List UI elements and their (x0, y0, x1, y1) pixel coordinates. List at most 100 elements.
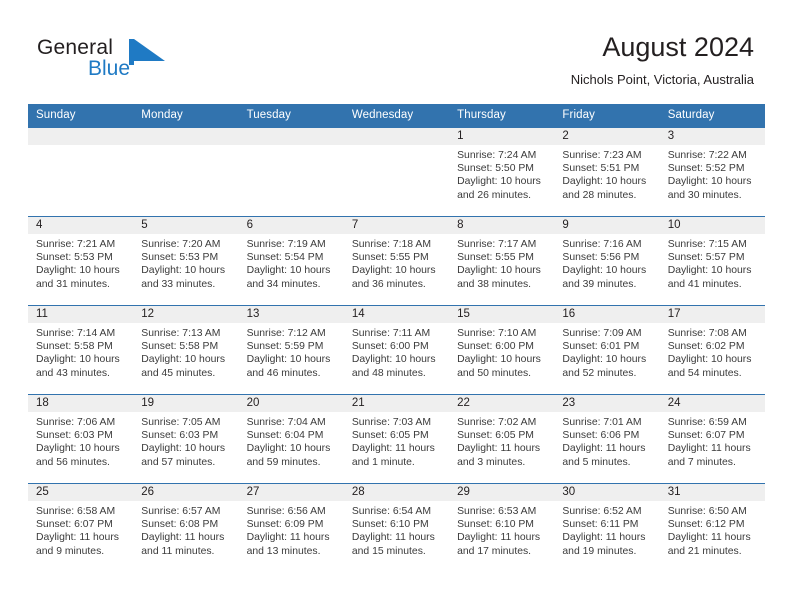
calendar-day-cell[interactable]: 28 Sunrise: 6:54 AM Sunset: 6:10 PM Dayligh… (343, 483, 450, 572)
day-cell-content: 5 Sunrise: 7:20 AM Sunset: 5:53 PM Daylight… (133, 217, 239, 305)
day-number: 3 (659, 128, 765, 145)
calendar-day-cell[interactable]: 3 Sunrise: 7:22 AM Sunset: 5:52 PM Daylight… (659, 127, 765, 217)
calendar-day-cell[interactable]: 26 Sunrise: 6:57 AM Sunset: 6:08 PM Dayligh… (133, 483, 239, 572)
calendar-day-cell[interactable]: 22 Sunrise: 7:02 AM Sunset: 6:05 PM Dayligh… (449, 394, 555, 484)
weekday-header-sunday: Sunday (28, 104, 134, 128)
daylight-text-line2: and 30 minutes. (667, 189, 742, 201)
calendar-day-cell[interactable]: 18 Sunrise: 7:06 AM Sunset: 6:03 PM Dayligh… (28, 394, 134, 484)
daylight-text-line2: and 43 minutes. (36, 367, 110, 379)
daylight-text-line1: Daylight: 10 hours (36, 443, 120, 455)
day-sun-info: Sunrise: 6:56 AM Sunset: 6:09 PM Daylight:… (239, 501, 344, 558)
calendar-day-cell[interactable]: 30 Sunrise: 6:52 AM Sunset: 6:11 PM Dayligh… (554, 483, 660, 572)
daylight-text-line2: and 52 minutes. (562, 367, 637, 379)
sunset-text: Sunset: 6:06 PM (562, 430, 640, 442)
day-cell-content: 17 Sunrise: 7:08 AM Sunset: 6:02 PM Dayligh… (659, 306, 765, 394)
daylight-text-line2: and 5 minutes. (562, 456, 631, 468)
calendar-day-cell[interactable]: 12 Sunrise: 7:13 AM Sunset: 5:58 PM Dayligh… (133, 305, 239, 395)
sunset-text: Sunset: 6:10 PM (351, 519, 429, 531)
daylight-text-line1: Daylight: 10 hours (562, 176, 647, 188)
calendar-day-cell[interactable]: 31 Sunrise: 6:50 AM Sunset: 6:12 PM Dayligh… (659, 483, 765, 572)
sunset-text: Sunset: 6:08 PM (141, 519, 219, 531)
calendar-day-cell[interactable]: 19 Sunrise: 7:05 AM Sunset: 6:03 PM Dayligh… (133, 394, 239, 484)
calendar-day-cell[interactable]: 23 Sunrise: 7:01 AM Sunset: 6:06 PM Dayligh… (554, 394, 660, 484)
day-sun-info: Sunrise: 7:08 AM Sunset: 6:02 PM Daylight:… (660, 323, 765, 380)
day-cell-content: 12 Sunrise: 7:13 AM Sunset: 5:58 PM Dayligh… (133, 306, 239, 394)
day-cell-content (238, 128, 344, 216)
sunset-text: Sunset: 5:58 PM (141, 341, 219, 353)
calendar-day-cell[interactable]: 4 Sunrise: 7:21 AM Sunset: 5:53 PM Daylight… (28, 216, 134, 306)
sunset-text: Sunset: 6:00 PM (457, 341, 534, 353)
calendar-day-cell[interactable]: 11 Sunrise: 7:14 AM Sunset: 5:58 PM Dayligh… (28, 305, 134, 395)
calendar-day-cell[interactable]: 7 Sunrise: 7:18 AM Sunset: 5:55 PM Daylight… (343, 216, 450, 306)
day-number: 12 (133, 306, 239, 323)
day-cell-content: 23 Sunrise: 7:01 AM Sunset: 6:06 PM Dayligh… (554, 395, 660, 483)
calendar-day-cell[interactable]: 5 Sunrise: 7:20 AM Sunset: 5:53 PM Daylight… (133, 216, 239, 306)
sunset-text: Sunset: 5:56 PM (562, 252, 640, 264)
daylight-text-line1: Daylight: 10 hours (141, 354, 226, 366)
day-sun-info: Sunrise: 7:06 AM Sunset: 6:03 PM Daylight:… (28, 412, 133, 469)
sunset-text: Sunset: 6:00 PM (351, 341, 429, 353)
daylight-text-line2: and 1 minute. (351, 456, 415, 468)
daylight-text-line1: Daylight: 11 hours (351, 532, 435, 544)
day-number: 7 (343, 217, 450, 234)
daylight-text-line1: Daylight: 10 hours (351, 265, 436, 277)
sunrise-text: Sunrise: 7:24 AM (457, 150, 537, 161)
day-cell-content: 29 Sunrise: 6:53 AM Sunset: 6:10 PM Dayligh… (449, 484, 555, 572)
day-number: 29 (449, 484, 555, 501)
brand-logo[interactable]: General Blue (37, 36, 257, 84)
daylight-text-line1: Daylight: 10 hours (141, 265, 226, 277)
calendar-day-cell[interactable]: 24 Sunrise: 6:59 AM Sunset: 6:07 PM Dayligh… (659, 394, 765, 484)
calendar-day-cell[interactable]: 8 Sunrise: 7:17 AM Sunset: 5:55 PM Daylight… (449, 216, 555, 306)
sunset-text: Sunset: 6:11 PM (562, 519, 639, 531)
calendar-day-cell[interactable]: 29 Sunrise: 6:53 AM Sunset: 6:10 PM Dayligh… (449, 483, 555, 572)
weekday-header-saturday: Saturday (659, 104, 765, 128)
calendar-day-cell[interactable]: 21 Sunrise: 7:03 AM Sunset: 6:05 PM Dayligh… (343, 394, 450, 484)
daylight-text-line2: and 21 minutes. (667, 545, 742, 557)
sunrise-text: Sunrise: 6:59 AM (667, 417, 747, 428)
calendar-day-cell[interactable]: 2 Sunrise: 7:23 AM Sunset: 5:51 PM Daylight… (554, 127, 660, 217)
sunrise-text: Sunrise: 7:18 AM (351, 239, 431, 250)
sunset-text: Sunset: 5:58 PM (36, 341, 113, 353)
day-number: 27 (238, 484, 344, 501)
sunrise-text: Sunrise: 6:56 AM (246, 506, 326, 517)
calendar-day-cell[interactable]: 6 Sunrise: 7:19 AM Sunset: 5:54 PM Daylight… (238, 216, 344, 306)
daylight-text-line2: and 13 minutes. (246, 545, 321, 557)
calendar-day-cell[interactable]: 16 Sunrise: 7:09 AM Sunset: 6:01 PM Dayligh… (554, 305, 660, 395)
day-number (343, 128, 450, 145)
calendar-week-row: 4 Sunrise: 7:21 AM Sunset: 5:53 PM Daylight… (28, 216, 765, 306)
calendar-empty-cell (343, 127, 450, 217)
calendar-day-cell[interactable]: 20 Sunrise: 7:04 AM Sunset: 6:04 PM Dayligh… (238, 394, 344, 484)
sunset-text: Sunset: 6:04 PM (246, 430, 324, 442)
day-number: 4 (28, 217, 134, 234)
day-sun-info: Sunrise: 7:03 AM Sunset: 6:05 PM Daylight:… (344, 412, 449, 469)
calendar-day-cell[interactable]: 27 Sunrise: 6:56 AM Sunset: 6:09 PM Dayligh… (238, 483, 344, 572)
calendar-week-row: 1 Sunrise: 7:24 AM Sunset: 5:50 PM Daylight… (28, 127, 765, 217)
day-sun-info: Sunrise: 6:57 AM Sunset: 6:08 PM Daylight:… (133, 501, 238, 558)
sunrise-text: Sunrise: 7:13 AM (141, 328, 221, 339)
daylight-text-line1: Daylight: 11 hours (351, 443, 435, 455)
calendar-day-cell[interactable]: 25 Sunrise: 6:58 AM Sunset: 6:07 PM Dayligh… (28, 483, 134, 572)
daylight-text-line2: and 59 minutes. (246, 456, 321, 468)
daylight-text-line1: Daylight: 10 hours (36, 265, 120, 277)
calendar-day-cell[interactable]: 9 Sunrise: 7:16 AM Sunset: 5:56 PM Daylight… (554, 216, 660, 306)
day-number: 25 (28, 484, 134, 501)
day-number (133, 128, 239, 145)
calendar-day-cell[interactable]: 1 Sunrise: 7:24 AM Sunset: 5:50 PM Daylight… (449, 127, 555, 217)
calendar-day-cell[interactable]: 14 Sunrise: 7:11 AM Sunset: 6:00 PM Dayligh… (343, 305, 450, 395)
calendar-day-cell[interactable]: 15 Sunrise: 7:10 AM Sunset: 6:00 PM Dayligh… (449, 305, 555, 395)
day-sun-info: Sunrise: 7:18 AM Sunset: 5:55 PM Daylight:… (344, 234, 449, 291)
calendar-day-cell[interactable]: 13 Sunrise: 7:12 AM Sunset: 5:59 PM Dayligh… (238, 305, 344, 395)
sunrise-text: Sunrise: 7:04 AM (246, 417, 326, 428)
daylight-text-line1: Daylight: 10 hours (246, 265, 331, 277)
sunrise-text: Sunrise: 6:50 AM (667, 506, 747, 517)
calendar-day-cell[interactable]: 10 Sunrise: 7:15 AM Sunset: 5:57 PM Dayligh… (659, 216, 765, 306)
daylight-text-line1: Daylight: 11 hours (562, 443, 646, 455)
sunrise-text: Sunrise: 6:58 AM (36, 506, 116, 517)
daylight-text-line1: Daylight: 10 hours (246, 443, 331, 455)
daylight-text-line2: and 31 minutes. (36, 278, 110, 290)
weekday-header-thursday: Thursday (449, 104, 555, 128)
day-sun-info: Sunrise: 7:09 AM Sunset: 6:01 PM Daylight:… (554, 323, 659, 380)
daylight-text-line2: and 34 minutes. (246, 278, 321, 290)
calendar-day-cell[interactable]: 17 Sunrise: 7:08 AM Sunset: 6:02 PM Dayligh… (659, 305, 765, 395)
day-sun-info: Sunrise: 6:50 AM Sunset: 6:12 PM Daylight:… (660, 501, 765, 558)
